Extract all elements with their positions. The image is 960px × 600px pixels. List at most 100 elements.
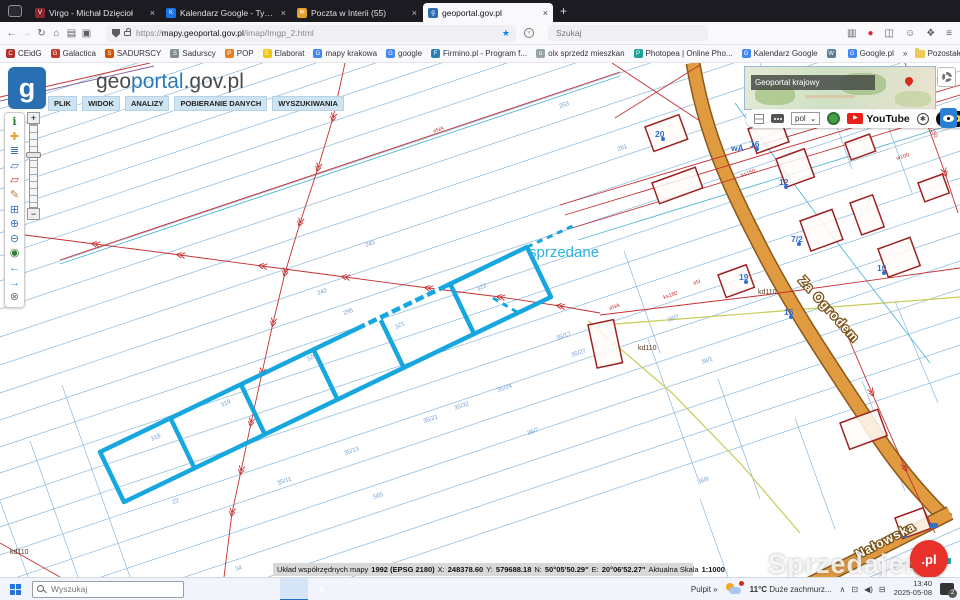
weather-icon[interactable]	[726, 583, 742, 595]
firefox[interactable]	[280, 578, 308, 600]
url-bar[interactable]: https://mapy.geoportal.gov.pl/imap/Imgp_…	[106, 25, 516, 42]
visibility-button[interactable]	[940, 108, 957, 128]
bookmark-item[interactable]: G mapy krakowa	[313, 49, 377, 58]
bookmark-item[interactable]: C CEidG	[6, 49, 42, 58]
back-icon[interactable]: ←	[4, 28, 19, 39]
calculator[interactable]	[252, 578, 280, 600]
weather-text[interactable]: 11°C Duże zachmurz...	[750, 585, 832, 594]
status-text: 20°06'52.27"	[602, 565, 646, 574]
menu-item[interactable]: WIDOK	[82, 96, 120, 111]
select-add-icon[interactable]: ▱	[10, 159, 18, 174]
screenshot-icon[interactable]: ▣	[79, 28, 94, 39]
rotate-icon[interactable]: ⊗	[10, 290, 19, 305]
taskbar-clock[interactable]: 13:402025-05-08	[894, 580, 932, 597]
keyboard-icon[interactable]	[771, 114, 784, 123]
account-icon[interactable]: ☺	[905, 28, 915, 39]
full-extent-icon[interactable]: ◉	[10, 246, 20, 261]
display-icon[interactable]: ⊡	[851, 585, 858, 594]
bookmark-item[interactable]: G Google.pl	[848, 49, 894, 58]
bookmark-item[interactable]: G Kalendarz Google	[742, 49, 818, 58]
notification-center-button[interactable]: 2	[940, 583, 954, 595]
menu-item[interactable]: POBIERANIE DANYCH	[174, 96, 267, 111]
paint[interactable]	[336, 578, 364, 600]
tab-favicon: g	[428, 8, 438, 18]
accessibility-icon[interactable]: ✱	[917, 113, 929, 125]
tab-strip: V Virgo - Michał Dzięcioł × K Kalendarz …	[30, 0, 554, 22]
network-icon[interactable]: ⊟	[879, 585, 886, 594]
zoom-handle[interactable]	[26, 152, 41, 158]
library-icon[interactable]: ▥	[847, 28, 856, 39]
menu-item[interactable]: WYSZUKIWANIA	[272, 96, 344, 111]
firefox-view-button[interactable]	[8, 5, 22, 17]
geoportal-logo[interactable]: g	[8, 67, 46, 109]
zoom-out-button[interactable]: −	[27, 208, 40, 220]
browser-tab[interactable]: g geoportal.gov.pl ×	[423, 3, 553, 22]
bookmark-item[interactable]: F Firmino.pl - Program f...	[431, 49, 527, 58]
overview-map[interactable]: Geoportal krajowy	[744, 66, 936, 110]
bookmarks-overflow-chevron[interactable]: »	[903, 49, 907, 58]
other-bookmarks-folder[interactable]: Pozostałe zakładki	[915, 49, 960, 58]
start-button[interactable]	[0, 578, 30, 600]
browser-search-input[interactable]	[548, 25, 708, 41]
map-canvas[interactable]: sprzedaneZa OgrodemNałowska3183193203213…	[0, 63, 960, 577]
map-label-utild: kd110	[10, 549, 29, 556]
draw-icon[interactable]: ✎	[10, 188, 19, 203]
hidden-icons-chevron[interactable]: ∧	[840, 585, 846, 594]
map-label-parcel: 36/7	[527, 427, 541, 437]
reload-icon[interactable]: ↻	[34, 28, 49, 39]
menu-item[interactable]: PLIK	[48, 96, 77, 111]
taskbar-search-input[interactable]	[32, 581, 184, 598]
excel[interactable]: X	[308, 578, 336, 600]
task-view[interactable]	[196, 578, 224, 600]
window-icon[interactable]	[754, 114, 764, 124]
language-select[interactable]: pol⌄	[791, 112, 820, 125]
browser-tab[interactable]: V Virgo - Michał Dzięcioł ×	[30, 3, 160, 22]
new-tab-button[interactable]: +	[560, 4, 567, 18]
next-view-icon[interactable]: →	[9, 276, 20, 291]
home-icon[interactable]: ⌂	[49, 28, 64, 39]
info-icon[interactable]: ℹ	[12, 115, 16, 130]
bookmark-item[interactable]: o olx sprzedz mieszkan	[536, 49, 624, 58]
explorer[interactable]	[224, 578, 252, 600]
bookmark-item[interactable]: S SADURSCY	[105, 49, 161, 58]
tracking-shield-icon[interactable]	[112, 29, 120, 38]
extension-icon[interactable]: ❖	[926, 28, 935, 39]
zoom-slider[interactable]: + −	[26, 112, 42, 220]
pan-icon[interactable]: ✚	[10, 130, 19, 145]
tab-close-icon[interactable]: ×	[543, 8, 548, 18]
zoom-track[interactable]	[29, 124, 38, 208]
bookmark-item[interactable]: S Sadurscy	[170, 49, 215, 58]
sidebar-icon[interactable]: ◫	[885, 28, 894, 39]
prev-view-icon[interactable]: ←	[9, 261, 20, 276]
tab-close-icon[interactable]: ×	[412, 8, 417, 18]
select-remove-icon[interactable]: ▱	[10, 173, 18, 188]
layers-icon[interactable]: ≣	[10, 144, 19, 159]
print-icon[interactable]: ▤	[64, 28, 79, 39]
tab-close-icon[interactable]: ×	[281, 8, 286, 18]
map-viewport[interactable]: sprzedaneZa OgrodemNałowska3183193203213…	[0, 63, 960, 577]
bookmark-item[interactable]: G Galactica	[51, 49, 96, 58]
menu-icon[interactable]: ≡	[946, 28, 952, 39]
addon-alert-icon[interactable]: ●	[867, 28, 873, 39]
bookmark-item[interactable]: W	[827, 49, 839, 58]
bookmark-star-icon[interactable]: ★	[502, 28, 510, 39]
youtube-link[interactable]: ▶YouTube	[847, 113, 909, 125]
settings-button[interactable]	[937, 67, 956, 87]
bookmark-item[interactable]: P Photopea | Online Pho...	[634, 49, 733, 58]
help-icon[interactable]	[827, 112, 840, 125]
zoom-in-button[interactable]: +	[27, 112, 40, 124]
pocket-icon[interactable]: ▿	[524, 28, 534, 38]
desktop-toolbar-label[interactable]: Pulpit »	[691, 585, 718, 594]
bookmark-item[interactable]: G google	[386, 49, 422, 58]
tab-close-icon[interactable]: ×	[150, 8, 155, 18]
volume-icon[interactable]: ◀)	[864, 585, 873, 594]
measure-icon[interactable]: ⊞	[10, 203, 19, 218]
browser-tab[interactable]: K Kalendarz Google - Tydzień, w … ×	[161, 3, 291, 22]
menu-item[interactable]: ANALIZY	[125, 96, 170, 111]
zoom-in-icon[interactable]: ⊕	[10, 217, 19, 232]
browser-tab[interactable]: ✉ Poczta w Interii (55) ×	[292, 3, 422, 22]
lock-icon[interactable]	[124, 31, 131, 36]
bookmark-item[interactable]: P POP	[225, 49, 254, 58]
bookmark-item[interactable]: E Elaborat	[263, 49, 305, 58]
zoom-out-icon[interactable]: ⊖	[10, 232, 19, 247]
